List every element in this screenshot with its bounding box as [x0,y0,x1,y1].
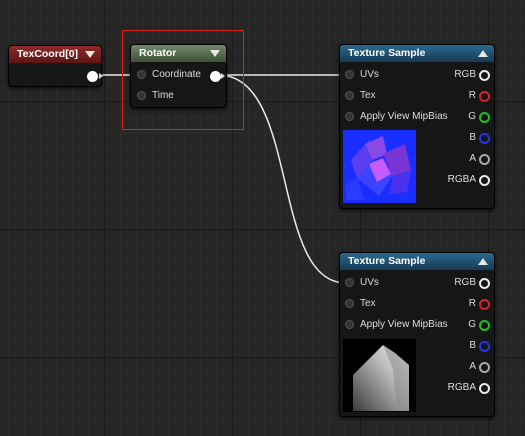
input-pin[interactable] [345,299,354,308]
selection-highlight [122,30,244,130]
pin-label: B [469,340,476,351]
pin-label: RGB [454,277,476,288]
chevron-up-icon[interactable] [478,258,488,265]
pin-label: RGBA [447,382,476,393]
output-pin[interactable] [479,383,490,394]
pin-label: R [468,298,476,309]
texture2-output-r[interactable]: R [430,296,490,312]
pin-label: Tex [360,298,376,309]
texture1-output-b[interactable]: B [430,130,490,146]
texture-sample-2-header[interactable]: Texture Sample [340,253,494,270]
pin-label: A [469,361,476,372]
texture-sample-1-header[interactable]: Texture Sample [340,45,494,62]
texture2-output-rgba[interactable]: RGBA [430,380,490,396]
texture-preview-2 [343,339,416,412]
pin-label: G [468,111,476,122]
pin-label: UVs [360,277,379,288]
output-pin[interactable] [479,362,490,373]
chevron-up-icon[interactable] [478,50,488,57]
texcoord-output-pin[interactable] [87,71,98,82]
texture2-output-b[interactable]: B [430,338,490,354]
output-pin[interactable] [479,299,490,310]
texture-preview-1 [343,130,416,203]
output-pin[interactable] [479,320,490,331]
pin-label: B [469,132,476,143]
texture-sample-1-title: Texture Sample [348,47,426,59]
pin-label: UVs [360,69,379,80]
texture2-output-rgb[interactable]: RGB [430,275,490,291]
output-pin[interactable] [479,341,490,352]
arrow-icon [99,73,103,79]
texture1-output-rgb[interactable]: RGB [430,67,490,83]
input-pin[interactable] [345,91,354,100]
pin-label: Tex [360,90,376,101]
pin-label: A [469,153,476,164]
texture-sample-node-1[interactable]: Texture Sample UVs Tex Apply View MipBia… [339,44,495,209]
pin-label: R [468,90,476,101]
pin-label: RGB [454,69,476,80]
pin-label: G [468,319,476,330]
input-pin[interactable] [345,320,354,329]
output-pin[interactable] [479,133,490,144]
texcoord-node-title: TexCoord[0] [17,48,79,60]
output-pin[interactable] [479,70,490,81]
input-pin[interactable] [345,112,354,121]
input-pin[interactable] [345,70,354,79]
output-pin[interactable] [479,112,490,123]
output-pin[interactable] [479,278,490,289]
texture1-output-r[interactable]: R [430,88,490,104]
texcoord-node[interactable]: TexCoord[0] [8,45,103,87]
pin-label: RGBA [447,174,476,185]
texture1-output-a[interactable]: A [430,151,490,167]
output-pin[interactable] [479,91,490,102]
texture1-output-g[interactable]: G [430,109,490,125]
texcoord-node-header[interactable]: TexCoord[0] [9,46,101,63]
input-pin[interactable] [345,278,354,287]
texture2-output-g[interactable]: G [430,317,490,333]
texture-sample-node-2[interactable]: Texture Sample UVs Tex Apply View MipBia… [339,252,495,417]
texture2-output-a[interactable]: A [430,359,490,375]
output-pin[interactable] [479,175,490,186]
output-pin[interactable] [479,154,490,165]
texture-sample-2-title: Texture Sample [348,255,426,267]
texture1-output-rgba[interactable]: RGBA [430,172,490,188]
chevron-down-icon[interactable] [85,51,95,58]
